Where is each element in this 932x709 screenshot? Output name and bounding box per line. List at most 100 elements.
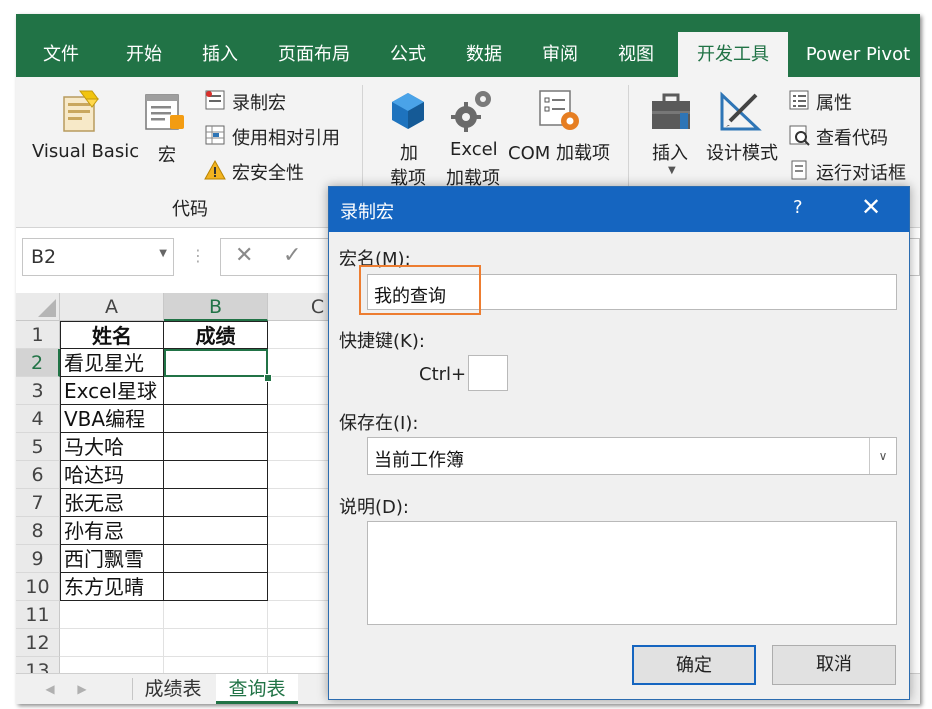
highlight-box — [359, 265, 481, 315]
chevron-down-icon[interactable]: ▼ — [668, 165, 676, 176]
enter-entry-icon[interactable]: ✓ — [283, 243, 301, 268]
cancel-button[interactable]: 取消 — [772, 645, 896, 685]
cell-name[interactable]: 东方见晴 — [60, 573, 164, 601]
excel-window: 文件 开始 插入 页面布局 公式 数据 审阅 视图 开发工具 Power Piv… — [16, 14, 920, 704]
tab-view[interactable]: 视图 — [608, 32, 664, 77]
com-addins-button[interactable]: COM 加载项 — [508, 139, 610, 165]
tab-formulas[interactable]: 公式 — [380, 32, 436, 77]
scroll-right-icon[interactable]: ▶ — [72, 674, 92, 704]
com-addins-icon[interactable] — [536, 87, 582, 137]
code-group-label: 代码 — [172, 199, 208, 220]
description-textarea[interactable] — [367, 521, 897, 625]
design-mode-button[interactable]: 设计模式 — [706, 139, 778, 165]
cell-name[interactable]: Excel星球 — [60, 377, 164, 405]
macro-security-button[interactable]: 宏安全性 — [232, 159, 304, 185]
dialog-title-bar[interactable]: 录制宏 ? ✕ — [329, 187, 909, 232]
macros-icon[interactable] — [142, 89, 188, 139]
cell-score[interactable] — [164, 433, 268, 461]
column-header-a[interactable]: A — [60, 293, 164, 321]
cell-score[interactable] — [164, 573, 268, 601]
insert-controls-icon[interactable] — [650, 91, 694, 139]
shortcut-key-input[interactable] — [468, 355, 508, 391]
tab-insert[interactable]: 插入 — [192, 32, 248, 77]
design-mode-icon[interactable] — [718, 89, 764, 139]
cell-name[interactable] — [60, 601, 164, 629]
tab-page-layout[interactable]: 页面布局 — [272, 32, 356, 77]
name-box[interactable]: B2 ▼ — [22, 238, 174, 276]
row-header[interactable]: 1 — [16, 321, 60, 349]
tab-power-pivot[interactable]: Power Pivot — [800, 32, 916, 77]
column-header-b[interactable]: B — [164, 293, 268, 321]
dialog-title: 录制宏 — [340, 202, 394, 223]
cell-name[interactable]: VBA编程 — [60, 405, 164, 433]
sheet-tab-scores[interactable]: 成绩表 — [136, 674, 210, 704]
excel-addins-gear-icon[interactable] — [450, 87, 494, 137]
row-header[interactable]: 11 — [16, 601, 60, 629]
row-header[interactable]: 5 — [16, 433, 60, 461]
active-cell-b2[interactable] — [164, 349, 268, 377]
cell-score[interactable] — [164, 601, 268, 629]
store-in-select[interactable]: 当前工作簿 ∨ — [367, 437, 897, 475]
select-all-corner[interactable] — [16, 293, 60, 321]
cell-score[interactable] — [164, 629, 268, 657]
tab-file[interactable]: 文件 — [34, 32, 88, 77]
cell-score[interactable] — [164, 377, 268, 405]
excel-addins-button-line1[interactable]: Excel — [450, 139, 498, 160]
properties-button[interactable]: 属性 — [816, 89, 852, 115]
cell-score[interactable] — [164, 545, 268, 573]
addins-cube-icon[interactable] — [390, 91, 426, 135]
cancel-entry-icon[interactable]: ✕ — [235, 243, 253, 268]
formula-bar-grip-icon: ⋮ — [190, 246, 206, 265]
row-header[interactable]: 8 — [16, 517, 60, 545]
ribbon-tab-bar: 文件 开始 插入 页面布局 公式 数据 审阅 视图 开发工具 Power Piv… — [16, 14, 920, 77]
row-header[interactable]: 4 — [16, 405, 60, 433]
scroll-left-icon[interactable]: ◀ — [40, 674, 60, 704]
header-cell-score[interactable]: 成绩 — [164, 321, 268, 349]
view-code-button[interactable]: 查看代码 — [816, 124, 888, 150]
ctrl-label: Ctrl+ — [419, 364, 467, 385]
visual-basic-button[interactable]: Visual Basic — [32, 141, 139, 162]
row-header[interactable]: 2 — [16, 349, 60, 377]
ok-button[interactable]: 确定 — [632, 645, 756, 685]
chevron-down-icon[interactable]: ▼ — [159, 248, 167, 259]
row-header[interactable]: 6 — [16, 461, 60, 489]
sheet-tab-query[interactable]: 查询表 — [216, 674, 298, 704]
chevron-down-icon[interactable]: ∨ — [869, 438, 896, 474]
cell-name[interactable]: 西门飘雪 — [60, 545, 164, 573]
cell-name[interactable] — [60, 629, 164, 657]
close-button[interactable]: ✕ — [861, 193, 881, 221]
store-in-value: 当前工作簿 — [374, 450, 464, 471]
help-button[interactable]: ? — [793, 197, 803, 218]
relative-reference-icon — [204, 124, 226, 150]
insert-controls-button[interactable]: 插入 — [652, 139, 688, 165]
visual-basic-icon[interactable] — [58, 89, 104, 139]
row-header[interactable]: 9 — [16, 545, 60, 573]
addins-button-line1[interactable]: 加 — [400, 139, 418, 165]
run-dialog-button[interactable]: 运行对话框 — [816, 159, 906, 185]
cell-score[interactable] — [164, 517, 268, 545]
record-macro-icon — [204, 89, 226, 115]
tab-review[interactable]: 审阅 — [532, 32, 588, 77]
worksheet-grid[interactable]: A B C 1 姓名 成绩 2 看见星光 3 Excel星球 4 VBA编程 5 马大哈 6 哈达玛 7 张… — [16, 293, 368, 685]
cell-name[interactable]: 看见星光 — [60, 349, 164, 377]
cell-score[interactable] — [164, 405, 268, 433]
row-header[interactable]: 12 — [16, 629, 60, 657]
macros-button[interactable]: 宏 — [158, 141, 176, 167]
fill-handle[interactable] — [264, 374, 272, 382]
warning-icon — [204, 159, 226, 185]
tab-data[interactable]: 数据 — [456, 32, 512, 77]
header-cell-name[interactable]: 姓名 — [60, 321, 164, 349]
cell-name[interactable]: 马大哈 — [60, 433, 164, 461]
cell-score[interactable] — [164, 489, 268, 517]
tab-home[interactable]: 开始 — [116, 32, 172, 77]
record-macro-button[interactable]: 录制宏 — [232, 89, 286, 115]
row-header[interactable]: 3 — [16, 377, 60, 405]
row-header[interactable]: 10 — [16, 573, 60, 601]
tab-developer[interactable]: 开发工具 — [678, 32, 788, 77]
cell-name[interactable]: 张无忌 — [60, 489, 164, 517]
use-relative-references-button[interactable]: 使用相对引用 — [232, 124, 340, 150]
cell-score[interactable] — [164, 461, 268, 489]
row-header[interactable]: 7 — [16, 489, 60, 517]
cell-name[interactable]: 孙有忌 — [60, 517, 164, 545]
cell-name[interactable]: 哈达玛 — [60, 461, 164, 489]
